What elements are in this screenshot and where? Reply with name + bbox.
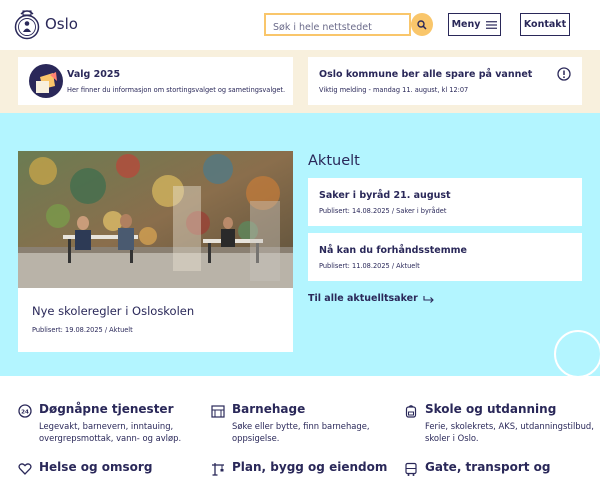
backpack-icon [404, 404, 418, 418]
menu-button[interactable]: Meny [448, 13, 501, 36]
featured-article-image [18, 151, 293, 288]
service-title: Gate, transport og [425, 460, 551, 474]
featured-article-meta: Publisert: 19.08.2025 / Aktuelt [32, 326, 133, 334]
search-icon [417, 19, 427, 30]
contact-button[interactable]: Kontakt [520, 13, 570, 36]
service-title: Døgnåpne tjenester [39, 402, 174, 416]
all-news-link-label: Til alle aktuelltsaker [308, 293, 418, 304]
service-description: Ferie, skolekrets, AKS, utdanningstilbud… [425, 421, 594, 443]
news-item-meta: Publisert: 14.08.2025 / Saker i byrådet [319, 207, 447, 215]
service-title: Skole og utdanning [425, 402, 557, 416]
oslo-logo-icon[interactable] [14, 9, 40, 40]
crane-icon [211, 462, 225, 476]
service-description: Legevakt, barnevern, inntauing, overgrep… [39, 421, 182, 443]
bus-icon [404, 462, 418, 476]
alert-title: Oslo kommune ber alle spare på vannet [319, 69, 533, 80]
news-item[interactable]: Nå kan du forhåndsstemme Publisert: 11.0… [308, 233, 582, 281]
aktuelt-heading: Aktuelt [308, 153, 360, 169]
ballot-box-icon [29, 64, 63, 98]
news-item-title: Nå kan du forhåndsstemme [319, 245, 467, 256]
service-title: Barnehage [232, 402, 306, 416]
featured-article-card[interactable]: Nye skoleregler i Osloskolen Publisert: … [18, 151, 293, 352]
contact-button-label: Kontakt [523, 19, 567, 30]
alert-title: Valg 2025 [67, 69, 121, 80]
news-item[interactable]: Saker i byråd 21. august Publisert: 14.0… [308, 178, 582, 226]
search-field[interactable] [264, 13, 411, 37]
svg-text:24: 24 [21, 409, 29, 415]
service-description: Søke eller bytte, finn barnehage, oppsig… [232, 421, 370, 443]
water-alert-card[interactable]: Oslo kommune ber alle spare på vannet Vi… [308, 57, 582, 105]
news-item-title: Saker i byråd 21. august [319, 190, 451, 201]
alerts-section: Valg 2025 Her finner du informasjon om s… [0, 50, 600, 113]
arrow-right-icon [423, 295, 434, 303]
alert-text: Viktig melding - mandag 11. august, kl 1… [319, 86, 469, 94]
all-news-link[interactable]: Til alle aktuelltsaker [308, 293, 434, 304]
service-title: Helse og omsorg [39, 460, 153, 474]
hamburger-icon [486, 20, 498, 29]
alert-text: Her finner du informasjon om stortingsva… [67, 86, 286, 94]
clock-24-icon: 24 [18, 404, 32, 418]
valg-alert-card[interactable]: Valg 2025 Her finner du informasjon om s… [18, 57, 293, 105]
news-section: Nye skoleregler i Osloskolen Publisert: … [0, 113, 600, 376]
site-header: Oslo Meny Kontakt [0, 0, 600, 50]
kindergarten-icon [211, 404, 225, 418]
search-input[interactable] [266, 18, 409, 37]
menu-button-label: Meny [451, 19, 481, 30]
service-title: Plan, bygg og eiendom [232, 460, 388, 474]
news-item-meta: Publisert: 11.08.2025 / Aktuelt [319, 262, 420, 270]
site-logo-text[interactable]: Oslo [45, 15, 78, 33]
decorative-circle [554, 330, 600, 376]
heart-hand-icon [18, 462, 32, 476]
featured-article-title: Nye skoleregler i Osloskolen [32, 304, 195, 318]
search-button[interactable] [411, 13, 433, 36]
warning-icon [557, 67, 571, 81]
